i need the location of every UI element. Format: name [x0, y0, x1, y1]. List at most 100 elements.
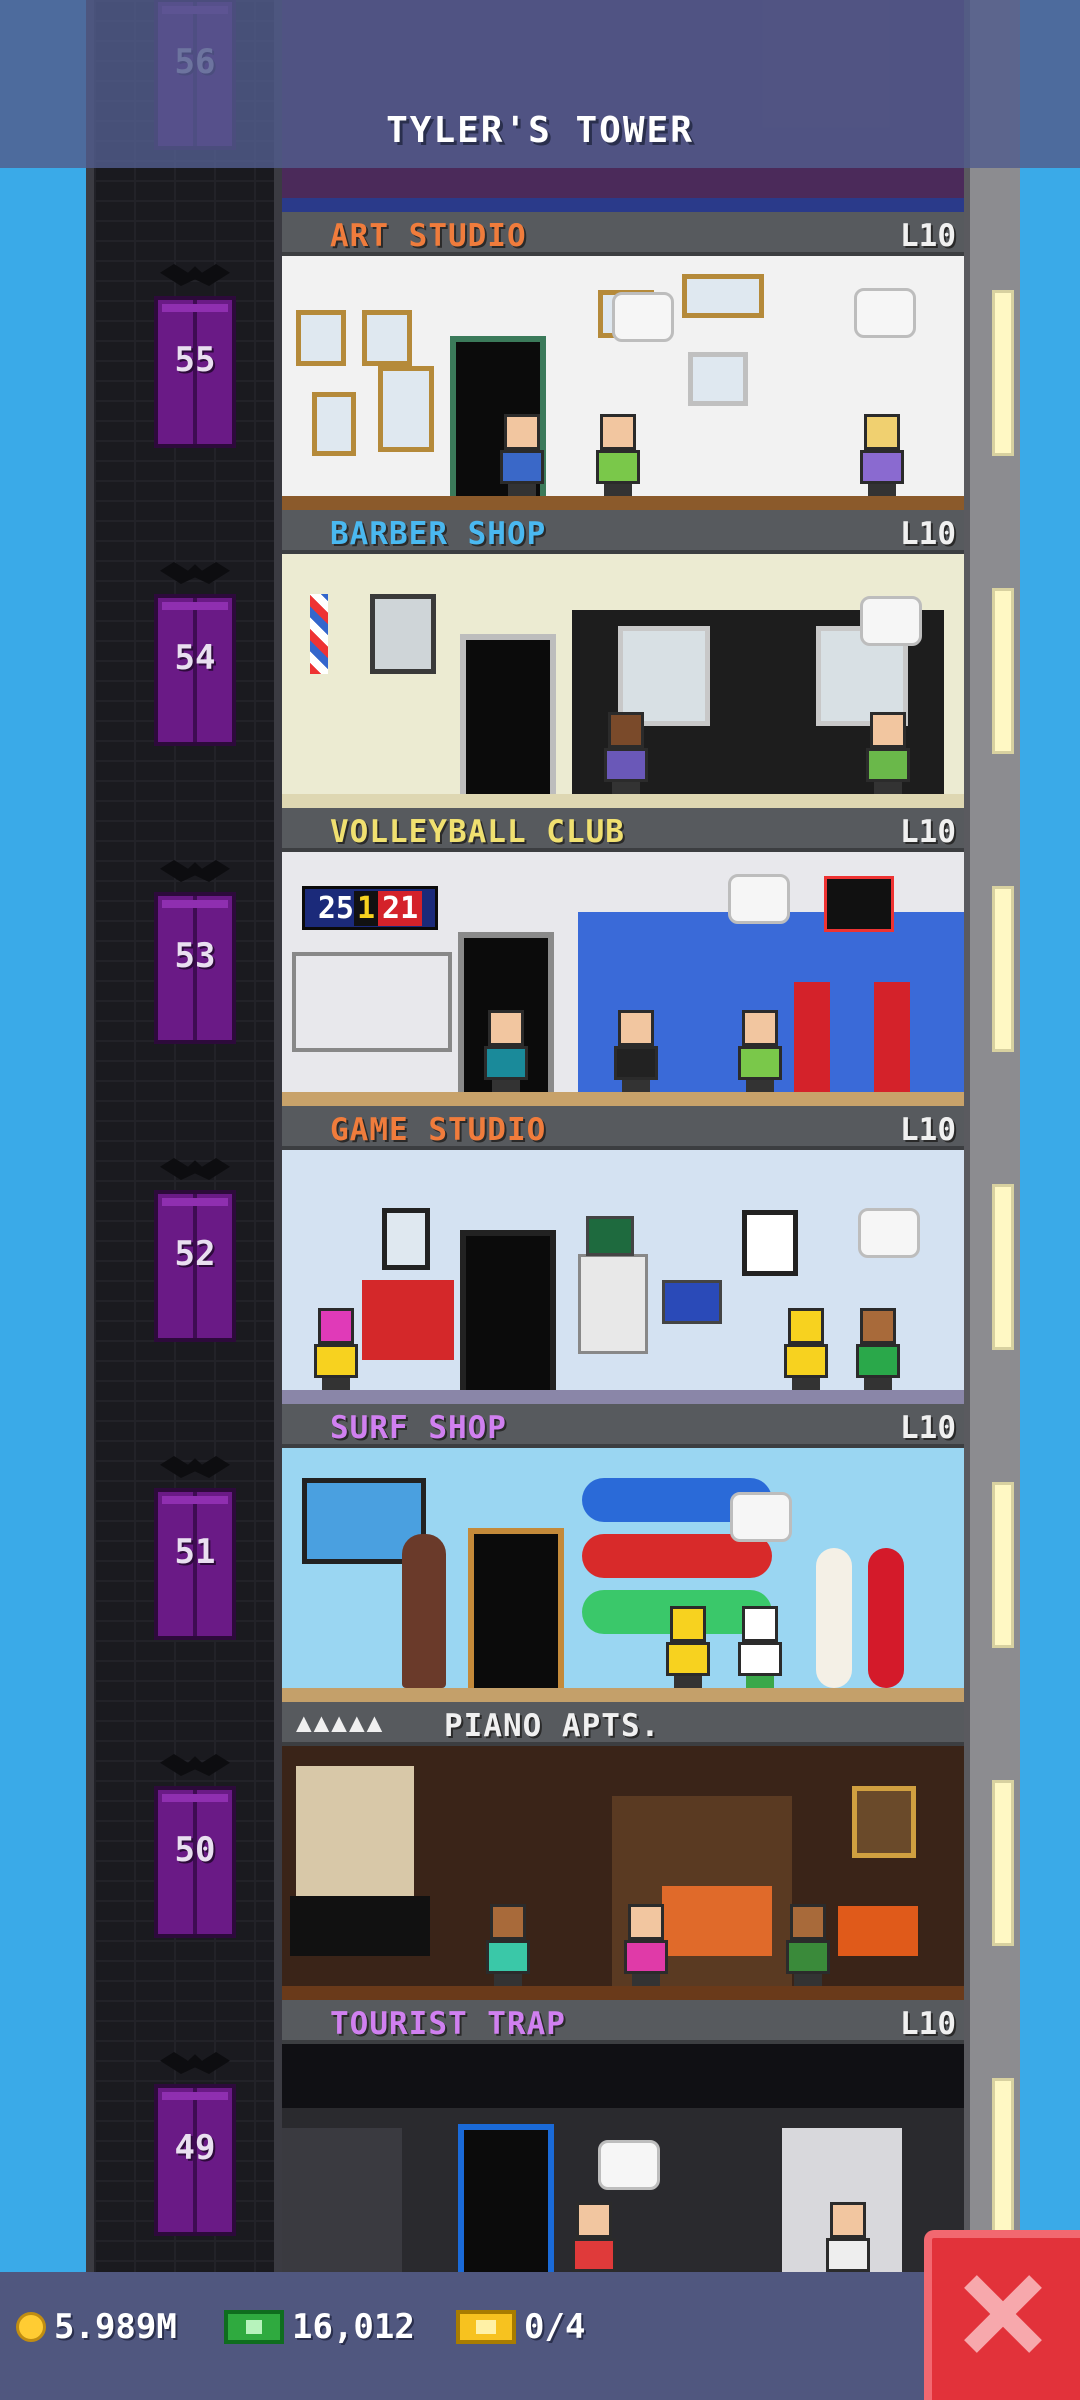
bitizen[interactable]: [310, 1308, 362, 1390]
bitizen[interactable]: [734, 1010, 786, 1092]
fireplace: [838, 1906, 918, 1956]
floor-surf-shop[interactable]: SURF SHOP L10: [282, 1404, 964, 1702]
floor-number: 51: [174, 1532, 216, 1572]
bitizen[interactable]: [496, 414, 548, 496]
bitizen[interactable]: [592, 414, 644, 496]
shaft-floor-55: 55: [94, 168, 274, 466]
floor-game-studio[interactable]: GAME STUDIO L10: [282, 1106, 964, 1404]
speech-bubble[interactable]: [730, 1492, 792, 1542]
doorway: [458, 2124, 554, 2284]
room-piano-apts: [282, 1746, 964, 2000]
bux-counter[interactable]: 16,012: [224, 2302, 415, 2352]
close-button[interactable]: [924, 2230, 1080, 2400]
score-right: 21: [378, 890, 423, 926]
floor-number: 49: [174, 2128, 216, 2168]
floor-header: VOLLEYBALL CLUB L10: [282, 808, 964, 852]
bitizen[interactable]: [780, 1308, 832, 1390]
floor-number: 53: [174, 936, 216, 976]
bitizen[interactable]: [734, 1606, 786, 1688]
window-light: [992, 1780, 1014, 1946]
ticket-icon: [456, 2310, 516, 2344]
floor-volleyball-club[interactable]: VOLLEYBALL CLUB L10 25 1 21: [282, 808, 964, 1106]
computer: [662, 1280, 722, 1324]
speech-bubble[interactable]: [612, 292, 674, 342]
painting: [296, 310, 346, 366]
bat-icon: [160, 2052, 230, 2074]
shaft-floor-51: 51: [94, 1360, 274, 1658]
shaft-floor-52: 52: [94, 1062, 274, 1360]
poster: [370, 594, 436, 674]
close-icon: [962, 2274, 1042, 2354]
room-floor: [282, 198, 964, 212]
speech-bubble[interactable]: [860, 596, 922, 646]
tickets-counter[interactable]: 0/4: [456, 2302, 585, 2352]
bitizen[interactable]: [852, 1308, 904, 1390]
coins-counter[interactable]: 5.989M: [16, 2302, 177, 2352]
painting: [362, 310, 412, 366]
floor-number: 55: [174, 340, 216, 380]
floor-number: 54: [174, 638, 216, 678]
floor-header: TOURIST TRAP L10: [282, 2000, 964, 2044]
floor-tourist-trap[interactable]: TOURIST TRAP L10: [282, 2000, 964, 2298]
speech-bubble[interactable]: [854, 288, 916, 338]
window-curtains: [296, 1766, 414, 1896]
score-left: 25: [317, 890, 354, 926]
surfboard: [868, 1548, 904, 1688]
bat-icon: [160, 860, 230, 882]
volleyball-net: [824, 876, 894, 932]
painting: [682, 274, 764, 318]
speech-bubble[interactable]: [728, 874, 790, 924]
speech-bubble[interactable]: [598, 2140, 660, 2190]
bitizen[interactable]: [480, 1010, 532, 1092]
residence-stars: ▲▲▲▲▲: [296, 1708, 385, 1738]
bat-icon: [160, 1158, 230, 1180]
surfboard-stand: [402, 1534, 446, 1688]
bitizen[interactable]: [782, 1904, 834, 1986]
shaft-floor-49: 49: [94, 1956, 274, 2254]
floor-level: L10: [900, 1112, 956, 1148]
room-art-studio: [282, 256, 964, 510]
net-post: [794, 982, 830, 1092]
elevator-shaft[interactable]: 56 55 54 53 52 51 50 49: [86, 0, 282, 2272]
floor-header: SURF SHOP L10: [282, 1404, 964, 1448]
grand-piano: [290, 1896, 430, 1956]
floor-art-studio[interactable]: ART STUDIO L10: [282, 212, 964, 510]
shaft-floor-54: 54: [94, 466, 274, 764]
bat-icon: [160, 1456, 230, 1478]
floor-piano-apts[interactable]: ▲▲▲▲▲ PIANO APTS.: [282, 1702, 964, 2000]
room-floor: [282, 1688, 964, 1702]
room-barber-shop: [282, 554, 964, 808]
floor-barber-shop[interactable]: BARBER SHOP L10: [282, 510, 964, 808]
tower-title-bar: TYLER'S TOWER: [0, 0, 1080, 168]
room-floor: [282, 1986, 964, 2000]
floor-level: L10: [900, 1410, 956, 1446]
tower-edge: [964, 0, 1020, 2272]
floor-name: PIANO APTS.: [444, 1708, 661, 1744]
floor-header: ▲▲▲▲▲ PIANO APTS.: [282, 1702, 964, 1746]
bitizen[interactable]: [600, 712, 652, 794]
scoreboard: 25 1 21: [302, 886, 438, 930]
bitizen[interactable]: [610, 1010, 662, 1092]
coins-value: 5.989M: [54, 2307, 177, 2347]
bitizen[interactable]: [482, 1904, 534, 1986]
floor-number: 50: [174, 1830, 216, 1870]
bitizen[interactable]: [862, 712, 914, 794]
floor-name: BARBER SHOP: [330, 516, 547, 552]
ball-rack: [292, 952, 452, 1052]
room-game-studio: [282, 1150, 964, 1404]
floor-name: ART STUDIO: [330, 218, 527, 254]
room-floor: [282, 794, 964, 808]
bitizen[interactable]: [856, 414, 908, 496]
coin-icon: [16, 2312, 46, 2342]
speech-bubble[interactable]: [858, 1208, 920, 1258]
room-surf-shop: [282, 1448, 964, 1702]
shaft-floor-53: 53: [94, 764, 274, 1062]
tower-building: ART STUDIO L10 BARBER SHOP L10 VOLLEYBAL…: [282, 0, 964, 2298]
painting: [312, 392, 356, 456]
doorway: [468, 1528, 564, 1688]
bitizen[interactable]: [662, 1606, 714, 1688]
tickets-value: 0/4: [524, 2307, 586, 2347]
window-light: [992, 886, 1014, 1052]
bed: [662, 1886, 772, 1956]
bitizen[interactable]: [620, 1904, 672, 1986]
